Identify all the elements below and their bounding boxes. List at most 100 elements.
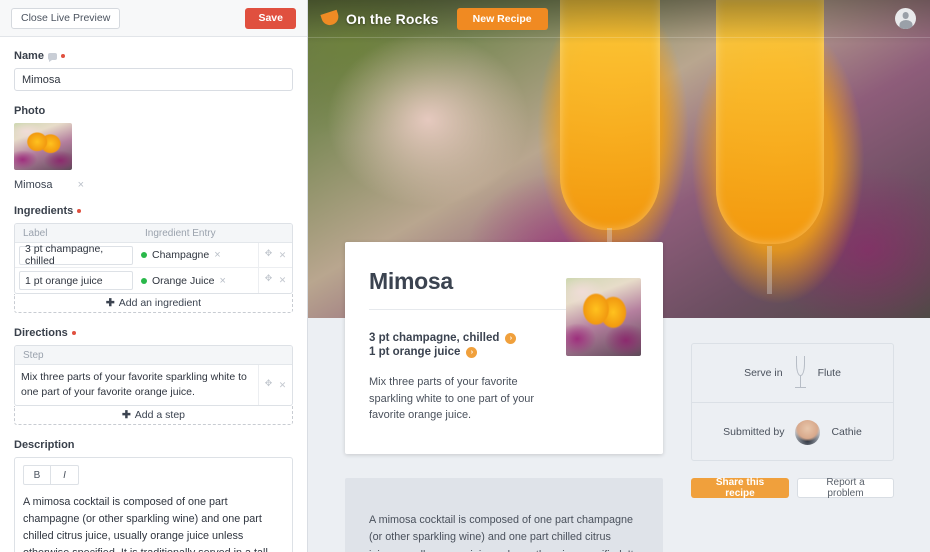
name-field-label: Name — [14, 50, 293, 62]
recipe-description-text: A mimosa cocktail is composed of one par… — [369, 514, 634, 552]
delete-row-icon[interactable]: ✕ — [279, 380, 287, 391]
ingredients-grid-header: Label Ingredient Entry — [15, 224, 292, 243]
recipe-directions-text: Mix three parts of your favorite sparkli… — [369, 376, 535, 421]
orange-slice-logo-icon — [320, 9, 341, 28]
submitted-by-value: Cathie — [831, 426, 862, 438]
photo-thumbnail[interactable] — [14, 123, 72, 170]
recipe-photo — [566, 278, 641, 356]
serve-in-label: Serve in — [744, 367, 783, 379]
ingredient-entry-name: Orange Juice — [152, 274, 215, 287]
delete-row-icon[interactable]: ✕ — [279, 275, 287, 286]
name-label-text: Name — [14, 50, 44, 62]
ingredient-entry-cell[interactable]: Orange Juice × — [137, 275, 258, 287]
recipe-description-card: A mimosa cocktail is composed of one par… — [345, 478, 663, 552]
ingredients-field-label: Ingredients — [14, 205, 293, 217]
photo-file-row: Mimosa × — [14, 179, 84, 191]
drag-handle-icon[interactable] — [265, 378, 274, 390]
ingredient-entry-name: Champagne — [152, 249, 210, 261]
champagne-flute-icon — [794, 356, 807, 390]
chevron-right-icon[interactable]: › — [505, 332, 517, 344]
ingredient-label-input[interactable]: 1 pt orange juice — [19, 271, 133, 290]
editor-body: Name Mimosa Photo Mimosa × Ingredients L… — [0, 37, 307, 552]
drag-handle-icon[interactable] — [265, 273, 274, 285]
column-header-step: Step — [23, 349, 44, 361]
hero-flute-stem-right — [767, 246, 772, 294]
photo-field-label: Photo — [14, 105, 293, 117]
add-step-label: Add a step — [134, 409, 185, 422]
column-header-entry: Ingredient Entry — [145, 227, 216, 239]
photo-thumbnail-image — [14, 123, 72, 170]
directions-field-label: Directions — [14, 327, 293, 339]
clear-entry-icon[interactable]: × — [219, 275, 225, 287]
save-button[interactable]: Save — [245, 7, 296, 29]
clear-entry-icon[interactable]: × — [214, 249, 220, 261]
photo-file-name: Mimosa — [14, 179, 53, 191]
ingredient-text: 1 pt orange juice — [369, 346, 461, 358]
app-topbar: On the Rocks New Recipe — [308, 0, 930, 38]
ingredient-entry-cell[interactable]: Champagne × — [137, 249, 258, 261]
ingredients-section: Ingredients Label Ingredient Entry 3 pt … — [14, 205, 293, 313]
recipe-preview-card: Mimosa 3 pt champagne, chilled › 1 pt or… — [345, 242, 663, 454]
description-section: Description B I A mimosa cocktail is com… — [14, 439, 293, 552]
rich-text-toolbar: B I — [23, 465, 284, 486]
plus-icon: ✚ — [105, 297, 115, 309]
comment-bubble-icon[interactable] — [47, 52, 57, 62]
live-preview-pane: On the Rocks New Recipe Mimosa 3 pt cham… — [308, 0, 930, 552]
recipe-photo-image — [566, 278, 641, 356]
table-row[interactable]: 3 pt champagne, chilled Champagne × ✕ — [15, 243, 292, 268]
photo-label-text: Photo — [14, 105, 46, 117]
add-step-button[interactable]: ✚ Add a step — [14, 406, 293, 426]
add-ingredient-button[interactable]: ✚ Add an ingredient — [14, 294, 293, 313]
add-ingredient-label: Add an ingredient — [118, 297, 202, 309]
brand-name: On the Rocks — [346, 10, 439, 27]
title-divider — [369, 309, 569, 310]
name-input[interactable]: Mimosa — [14, 68, 293, 91]
ingredient-label-input[interactable]: 3 pt champagne, chilled — [19, 243, 133, 267]
description-field-label: Description — [14, 439, 293, 451]
status-dot-icon — [141, 277, 147, 284]
directions-label-text: Directions — [14, 327, 68, 339]
flute-bowl-shape — [795, 356, 805, 376]
serve-in-row: Serve in Flute — [692, 344, 893, 402]
table-row[interactable]: Mix three parts of your favorite sparkli… — [15, 365, 292, 406]
bold-button[interactable]: B — [23, 465, 51, 486]
italic-button[interactable]: I — [51, 465, 79, 486]
directions-grid-header: Step — [15, 346, 292, 365]
row-tools: ✕ — [258, 268, 292, 293]
delete-row-icon[interactable]: ✕ — [279, 250, 287, 261]
serve-in-value: Flute — [817, 367, 841, 379]
report-problem-button[interactable]: Report a problem — [796, 477, 894, 499]
avatar[interactable] — [895, 8, 916, 29]
flute-foot-shape — [794, 387, 806, 388]
required-dot-icon — [77, 209, 82, 213]
description-textarea[interactable]: A mimosa cocktail is composed of one par… — [23, 494, 284, 552]
plus-icon: ✚ — [121, 409, 131, 422]
status-dot-icon — [141, 252, 147, 258]
description-editor[interactable]: B I A mimosa cocktail is composed of one… — [14, 457, 293, 552]
brand-logo[interactable]: On the Rocks — [320, 9, 439, 28]
photo-section: Photo Mimosa × — [14, 105, 293, 191]
step-text-input[interactable]: Mix three parts of your favorite sparkli… — [15, 365, 258, 405]
close-live-preview-button[interactable]: Close Live Preview — [11, 7, 121, 29]
column-header-label: Label — [23, 227, 48, 239]
submitted-by-row: Submitted by Cathie — [692, 403, 893, 461]
editor-toolbar: Close Live Preview Save — [0, 0, 307, 37]
table-row[interactable]: 1 pt orange juice Orange Juice × ✕ — [15, 268, 292, 293]
description-label-text: Description — [14, 439, 75, 452]
ingredients-grid: Label Ingredient Entry 3 pt champagne, c… — [14, 223, 293, 294]
required-dot-icon — [71, 331, 76, 335]
required-dot-icon — [60, 54, 65, 58]
row-tools: ✕ — [258, 365, 292, 406]
remove-photo-icon[interactable]: × — [78, 179, 84, 191]
ingredient-text: 3 pt champagne, chilled — [369, 332, 500, 344]
new-recipe-button[interactable]: New Recipe — [456, 7, 548, 30]
recipe-action-row: Share this recipe Report a problem — [691, 477, 894, 499]
submitted-by-label: Submitted by — [723, 426, 785, 438]
drag-handle-icon[interactable] — [265, 248, 274, 260]
avatar[interactable] — [795, 419, 821, 445]
flute-stem-shape — [799, 376, 801, 387]
recipe-meta-panel: Serve in Flute Submitted by Cathie — [691, 343, 894, 461]
directions-grid: Step Mix three parts of your favorite sp… — [14, 345, 293, 407]
share-recipe-button[interactable]: Share this recipe — [691, 477, 789, 499]
chevron-right-icon[interactable]: › — [466, 346, 478, 358]
